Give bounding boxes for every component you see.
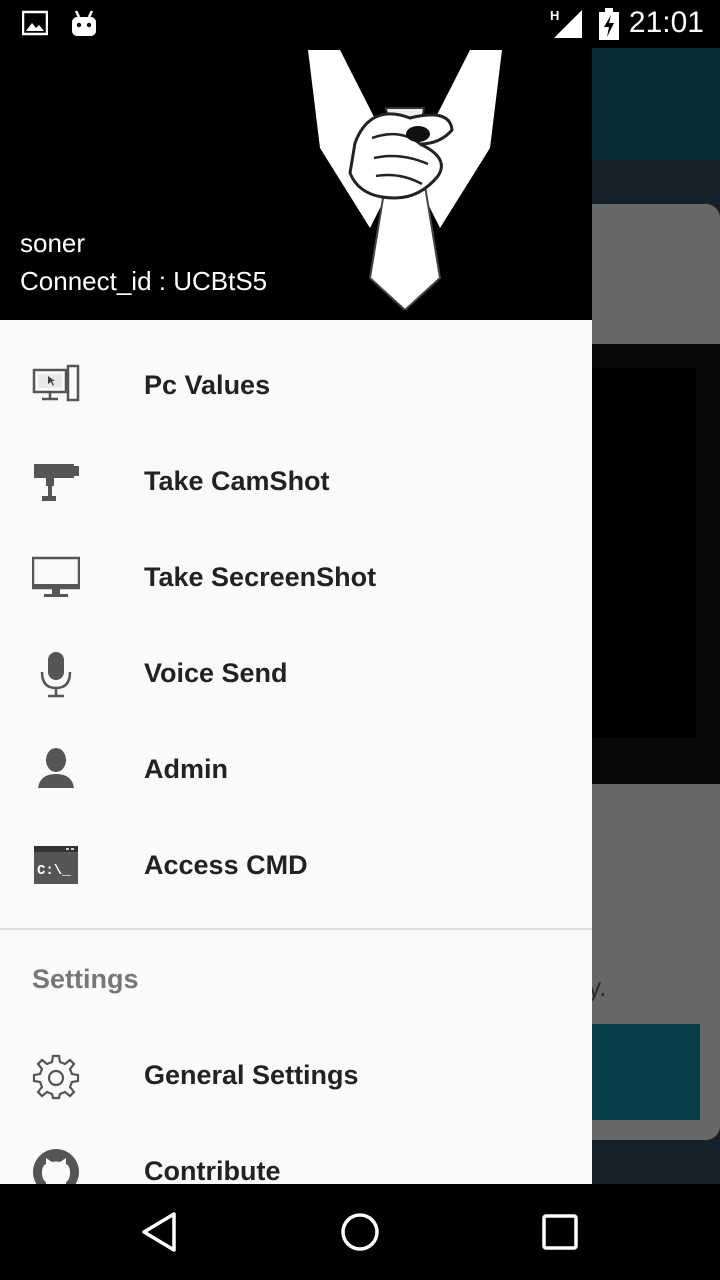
status-bar: H 21:01 [0, 0, 720, 48]
navigation-drawer: soner Connect_id : UCBtS5 Pc Values Take… [0, 48, 592, 1184]
menu-label-voice-send: Voice Send [144, 658, 288, 688]
menu-label-access-cmd: Access CMD [144, 850, 308, 880]
signal-icon: H [550, 8, 586, 45]
menu-label-take-camshot: Take CamShot [144, 466, 330, 496]
drawer-user-name: soner [20, 228, 86, 258]
suit-tie-logo [308, 50, 502, 310]
home-icon[interactable] [336, 1208, 384, 1256]
menu-item-take-camshot[interactable]: Take CamShot [0, 434, 592, 530]
navigation-bar [0, 1184, 720, 1280]
battery-charging-icon [598, 8, 620, 45]
menu-item-general-settings[interactable]: General Settings [0, 1028, 592, 1124]
menu-item-access-cmd[interactable]: C:\_ Access CMD [0, 818, 592, 914]
microphone-icon [40, 652, 72, 698]
menu-label-contribute: Contribute [144, 1156, 281, 1184]
back-icon[interactable] [136, 1208, 184, 1256]
drawer-header: soner Connect_id : UCBtS5 [0, 48, 592, 320]
menu-item-admin[interactable]: Admin [0, 722, 592, 818]
security-camera-icon [34, 464, 79, 501]
menu-label-general-settings: General Settings [144, 1060, 359, 1090]
gear-icon [32, 1054, 80, 1100]
menu-label-pc-values: Pc Values [144, 370, 271, 400]
user-icon [38, 748, 74, 788]
image-notification-icon [21, 10, 49, 41]
status-time: 21:01 [628, 6, 704, 39]
pc-values-icon [32, 364, 80, 402]
drawer-connect-id: Connect_id : UCBtS5 [20, 266, 268, 296]
recents-icon[interactable] [536, 1208, 584, 1256]
android-notification-icon [70, 10, 98, 43]
menu-label-take-screenshot: Take SecreenShot [144, 562, 377, 592]
drawer-divider [0, 928, 592, 930]
menu-item-take-screenshot[interactable]: Take SecreenShot [0, 530, 592, 626]
settings-section-title: Settings [32, 964, 139, 994]
menu-item-pc-values[interactable]: Pc Values [0, 338, 592, 434]
menu-label-admin: Admin [144, 754, 228, 784]
terminal-icon: C:\_ [34, 846, 78, 884]
menu-item-contribute[interactable]: Contribute [0, 1124, 592, 1184]
menu-item-voice-send[interactable]: Voice Send [0, 626, 592, 722]
svg-text:C:\_: C:\_ [37, 863, 71, 879]
network-type-label: H [550, 8, 559, 23]
monitor-icon [32, 556, 80, 597]
github-icon [33, 1149, 79, 1184]
